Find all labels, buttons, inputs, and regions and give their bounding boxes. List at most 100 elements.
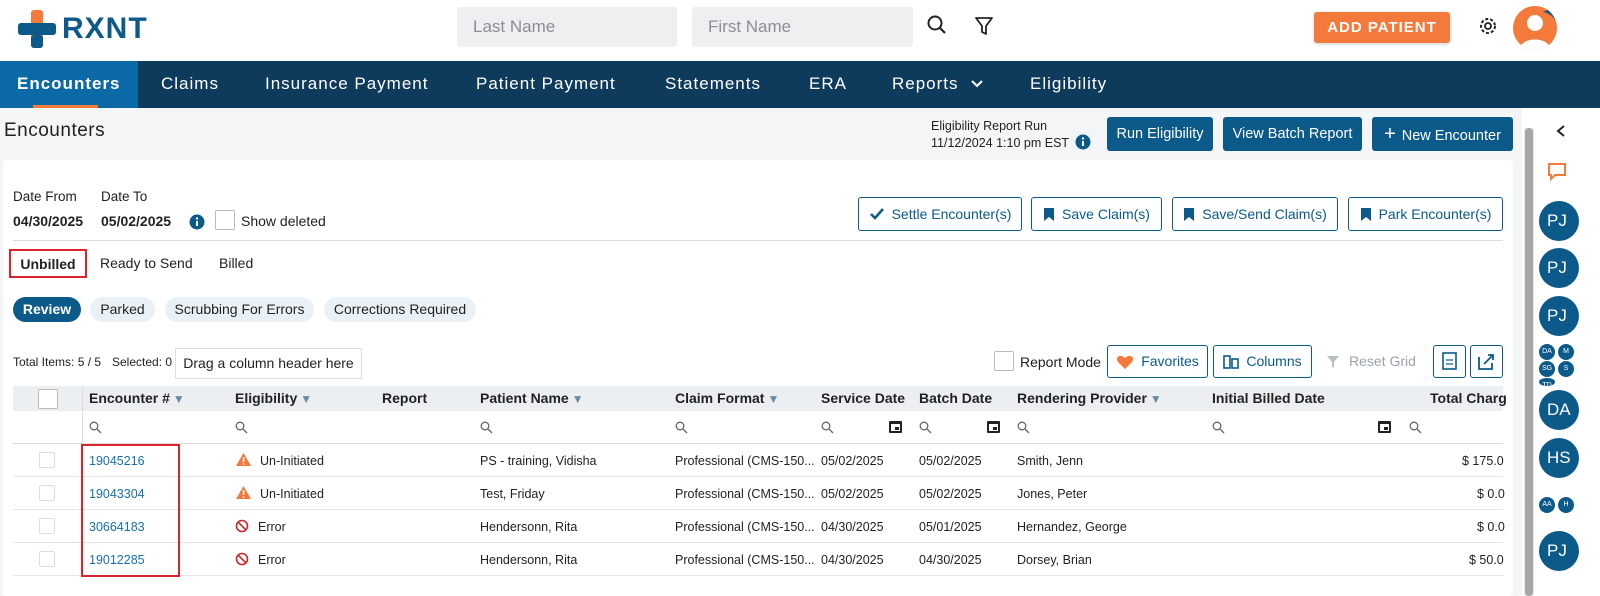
claim-format: Professional (CMS-150... [675,553,815,567]
column-header-report[interactable]: Report [382,390,427,406]
tab-unbilled[interactable]: Unbilled [9,249,87,278]
search-icon[interactable] [924,12,952,40]
columns-button[interactable]: Columns [1213,345,1312,378]
column-header-initial-billed-date[interactable]: Initial Billed Date [1212,390,1325,406]
rail-mini-avatar[interactable]: DA [1539,344,1555,360]
new-encounter-button[interactable]: + New Encounter [1372,117,1513,151]
column-header-encounter[interactable]: Encounter # ▼ [89,390,185,406]
calendar-icon[interactable] [888,419,903,434]
column-header-rendering-provider[interactable]: Rendering Provider ▼ [1017,390,1162,406]
chat-icon[interactable] [1546,160,1568,182]
warning-icon [236,486,251,499]
logo[interactable]: RXNT [18,10,148,48]
date-to-value[interactable]: 05/02/2025 [101,213,171,229]
column-header-patient-name[interactable]: Patient Name ▼ [480,390,584,406]
nav-claims[interactable]: Claims [161,61,219,108]
search-icon[interactable] [235,421,248,434]
funnel-icon[interactable]: ▼ [572,392,584,406]
rail-avatar[interactable]: HS [1539,438,1579,478]
eligibility-status: Error [258,553,286,567]
funnel-icon[interactable]: ▼ [173,392,185,406]
nav-reports[interactable]: Reports [892,61,984,108]
calendar-icon[interactable] [1377,419,1392,434]
nav-statements[interactable]: Statements [665,61,761,108]
report-mode-checkbox[interactable] [994,351,1014,371]
funnel-icon[interactable]: ▼ [1150,392,1162,406]
service-date: 05/02/2025 [821,454,884,468]
nav-era[interactable]: ERA [809,61,847,108]
nav-encounters[interactable]: Encounters [0,61,138,108]
show-deleted-label: Show deleted [241,213,326,229]
export-pdf-button[interactable] [1433,345,1466,378]
search-icon[interactable] [1017,421,1030,434]
show-deleted-checkbox[interactable] [215,210,235,230]
last-name-input[interactable]: Last Name [457,7,677,47]
row-checkbox[interactable] [39,551,55,567]
scrollbar-thumb[interactable] [1525,128,1533,596]
column-header-batch-date[interactable]: Batch Date [919,390,992,406]
row-checkbox[interactable] [39,485,55,501]
patient-name: Hendersonn, Rita [480,553,578,567]
rail-mini-avatar[interactable]: SG [1539,361,1555,377]
search-icon[interactable] [480,421,493,434]
column-divider [82,386,83,444]
settle-encounters-button[interactable]: Settle Encounter(s) [858,197,1022,231]
view-batch-report-button[interactable]: View Batch Report [1223,117,1362,151]
gear-icon[interactable] [1474,12,1502,40]
rail-avatar[interactable]: DA [1539,390,1579,430]
search-icon[interactable] [675,421,688,434]
search-icon[interactable] [1409,421,1422,434]
column-header-eligibility[interactable]: Eligibility ▼ [235,390,312,406]
rail-avatar[interactable]: PJ [1539,201,1579,241]
nav-insurance-payment[interactable]: Insurance Payment [265,61,428,108]
search-icon[interactable] [919,421,932,434]
pill-parked[interactable]: Parked [90,297,155,322]
rail-mini-avatar[interactable]: H [1558,497,1574,513]
park-encounters-button[interactable]: Park Encounter(s) [1348,197,1503,231]
export-button[interactable] [1470,345,1503,378]
reset-grid-button[interactable]: Reset Grid [1317,345,1425,378]
calendar-icon[interactable] [986,419,1001,434]
column-header-total-charge[interactable]: Total Charg [1430,390,1507,406]
pill-corrections-required[interactable]: Corrections Required [324,297,476,322]
row-checkbox[interactable] [39,518,55,534]
rail-mini-avatar[interactable]: AA [1539,497,1555,513]
search-icon[interactable] [89,421,102,434]
select-all-checkbox[interactable] [38,389,58,409]
save-send-claims-button[interactable]: Save/Send Claim(s) [1172,197,1338,231]
add-patient-button[interactable]: ADD PATIENT [1314,12,1450,43]
nav-eligibility[interactable]: Eligibility [1030,61,1107,108]
date-from-value[interactable]: 04/30/2025 [13,213,83,229]
chevron-left-icon[interactable] [1555,124,1567,138]
pill-scrubbing-for-errors[interactable]: Scrubbing For Errors [165,297,314,322]
rail-avatar[interactable]: PJ [1539,296,1579,336]
first-name-input[interactable]: First Name [692,7,913,47]
funnel-icon[interactable]: ▼ [767,392,779,406]
rail-avatar[interactable]: PJ [1539,248,1579,288]
column-header-patient-name-label: Patient Name [480,390,569,406]
group-drop-zone[interactable]: Drag a column header here [175,348,362,379]
funnel-icon[interactable]: ▼ [300,392,312,406]
rail-mini-avatar[interactable]: TD [1539,378,1555,389]
tab-billed[interactable]: Billed [219,255,253,271]
nav-patient-payment[interactable]: Patient Payment [476,61,616,108]
rail-mini-avatar[interactable]: S [1558,361,1574,377]
favorites-button[interactable]: Favorites [1107,345,1208,378]
user-avatar[interactable] [1513,6,1557,50]
tab-ready-to-send[interactable]: Ready to Send [100,255,193,271]
save-claims-button[interactable]: Save Claim(s) [1031,197,1162,231]
info-icon[interactable] [189,214,205,230]
row-checkbox[interactable] [39,452,55,468]
column-header-service-date[interactable]: Service Date [821,390,905,406]
rail-avatar[interactable]: PJ [1539,531,1579,571]
column-header-claim-format[interactable]: Claim Format ▼ [675,390,779,406]
run-eligibility-button[interactable]: Run Eligibility [1107,117,1213,151]
info-icon[interactable] [1075,134,1091,150]
search-icon[interactable] [821,421,834,434]
pill-review[interactable]: Review [13,297,81,322]
rail-mini-avatar[interactable]: M [1558,344,1574,360]
batch-date: 05/01/2025 [919,520,982,534]
search-icon[interactable] [1212,421,1225,434]
highlight-box [81,444,180,577]
filter-icon[interactable] [970,12,998,40]
